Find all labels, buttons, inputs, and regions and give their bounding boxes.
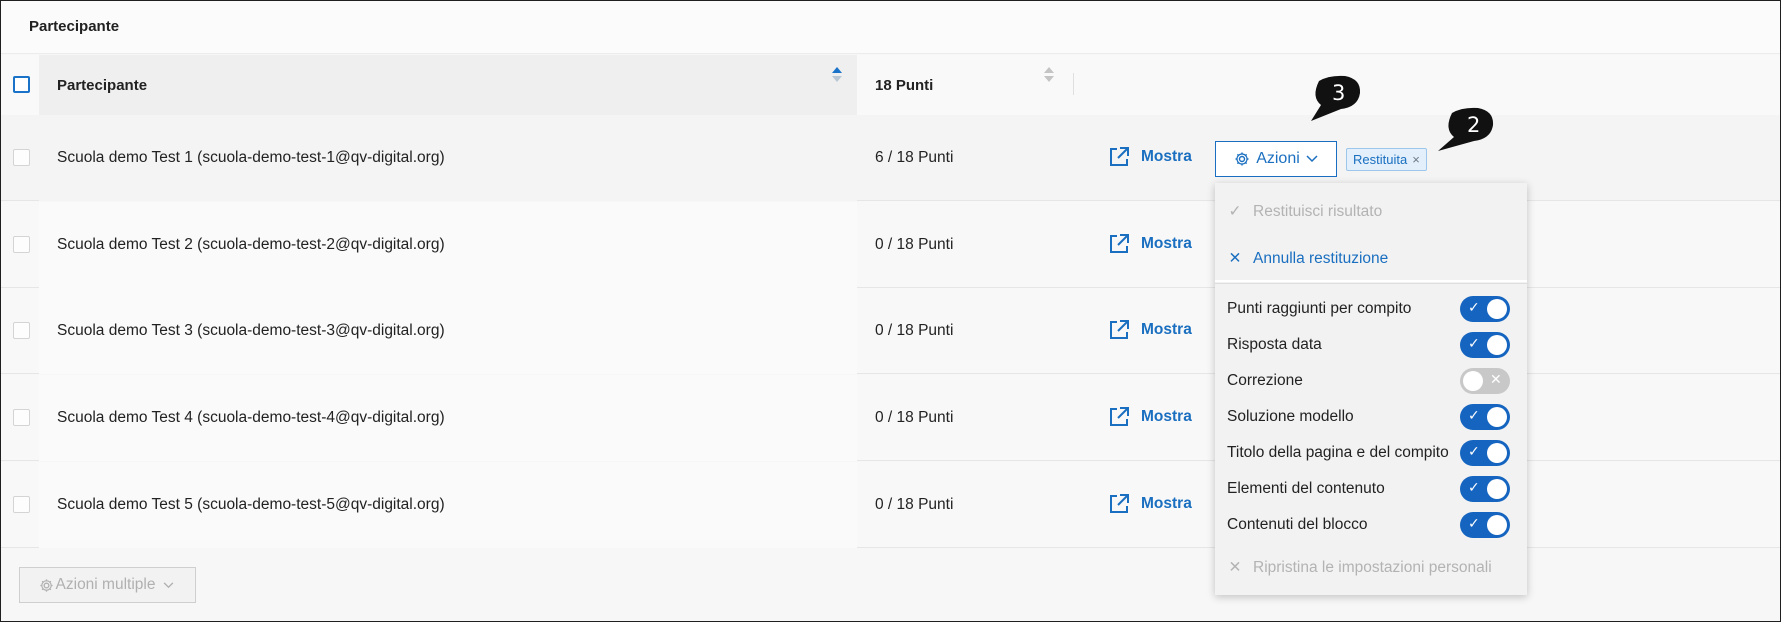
close-icon[interactable]: × — [1412, 152, 1420, 167]
open-external-icon — [1110, 494, 1129, 513]
callout-3: 3 — [1305, 73, 1365, 125]
actions-menu: ✓ Restituisci risultato ✕ Annulla restit… — [1215, 183, 1527, 595]
toggle-switch[interactable]: ✓ — [1460, 440, 1510, 466]
bulk-actions-label: Azioni multiple — [55, 576, 156, 593]
header-cell-participant[interactable] — [39, 55, 857, 115]
column-header-points[interactable]: 18 Punti — [875, 77, 933, 94]
column-divider — [1073, 73, 1074, 95]
show-link-label: Mostra — [1141, 495, 1192, 512]
toggle-row: Risposta data ✓ — [1227, 332, 1517, 358]
show-link-label: Mostra — [1141, 148, 1192, 165]
toggle-row: Titolo della pagina e del compito ✓ — [1227, 440, 1517, 466]
open-external-icon — [1110, 147, 1129, 166]
actions-button-label: Azioni — [1256, 150, 1300, 167]
show-link-label: Mostra — [1141, 235, 1192, 252]
toggle-label: Contenuti del blocco — [1227, 516, 1368, 533]
participant-name: Scuola demo Test 3 (scuola-demo-test-3@q… — [57, 322, 445, 339]
toggle-row: Punti raggiunti per compito ✓ — [1227, 296, 1517, 322]
toggle-switch[interactable]: ✓ — [1460, 404, 1510, 430]
participant-points: 0 / 18 Punti — [875, 496, 954, 513]
select-all-checkbox[interactable] — [13, 76, 30, 93]
toggle-knob — [1487, 407, 1507, 427]
row-checkbox[interactable] — [13, 322, 30, 339]
toggle-row: Correzione ✕ — [1227, 368, 1517, 394]
row-checkbox[interactable] — [13, 236, 30, 253]
check-icon: ✓ — [1468, 299, 1480, 315]
actions-button[interactable]: Azioni — [1215, 141, 1337, 177]
close-icon: ✕ — [1228, 250, 1242, 267]
open-external-icon — [1110, 320, 1129, 339]
menu-divider — [1215, 280, 1527, 284]
open-external-icon — [1110, 234, 1129, 253]
gear-icon — [39, 578, 53, 592]
toggle-switch[interactable]: ✕ — [1460, 368, 1510, 394]
check-icon: ✓ — [1468, 479, 1480, 495]
sort-icon[interactable] — [832, 67, 842, 83]
toggle-row: Soluzione modello ✓ — [1227, 404, 1517, 430]
sort-icon[interactable] — [1044, 67, 1054, 83]
menu-item-label: Restituisci risultato — [1253, 202, 1383, 220]
gear-icon — [1235, 152, 1249, 166]
toggle-label: Risposta data — [1227, 336, 1322, 353]
check-icon: ✓ — [1468, 443, 1480, 459]
status-badge: Restituita × — [1346, 148, 1427, 171]
row-checkbox[interactable] — [13, 149, 30, 166]
show-link[interactable]: Mostra — [1108, 316, 1192, 344]
toggle-knob — [1487, 443, 1507, 463]
row-checkbox[interactable] — [13, 409, 30, 426]
chevron-down-icon — [1306, 155, 1318, 163]
chevron-down-icon — [164, 581, 174, 588]
participant-points: 6 / 18 Punti — [875, 149, 954, 166]
callout-2: 2 — [1434, 105, 1498, 157]
toggle-knob — [1487, 479, 1507, 499]
menu-item-label: Annulla restituzione — [1253, 249, 1389, 267]
show-link[interactable]: Mostra — [1108, 230, 1192, 258]
toggle-label: Elementi del contenuto — [1227, 480, 1385, 497]
toggle-knob — [1487, 299, 1507, 319]
check-icon: ✓ — [1468, 335, 1480, 351]
toggle-row: Contenuti del blocco ✓ — [1227, 512, 1517, 538]
show-link-label: Mostra — [1141, 408, 1192, 425]
participant-points: 0 / 18 Punti — [875, 236, 954, 253]
menu-item-cancel-return[interactable]: ✕ Annulla restituzione — [1227, 249, 1389, 268]
toggle-label: Titolo della pagina e del compito — [1227, 444, 1449, 461]
top-bar: Partecipante — [1, 1, 1780, 54]
table-header: Partecipante 18 Punti — [1, 55, 1780, 115]
row-checkbox[interactable] — [13, 496, 30, 513]
check-icon: ✓ — [1468, 515, 1480, 531]
toggle-switch[interactable]: ✓ — [1460, 296, 1510, 322]
toggle-switch[interactable]: ✓ — [1460, 476, 1510, 502]
bulk-actions-button[interactable]: Azioni multiple — [19, 567, 196, 603]
participant-name: Scuola demo Test 4 (scuola-demo-test-4@q… — [57, 409, 445, 426]
participant-name: Scuola demo Test 1 (scuola-demo-test-1@q… — [57, 149, 445, 166]
toggle-label: Soluzione modello — [1227, 408, 1354, 425]
toggle-row: Elementi del contenuto ✓ — [1227, 476, 1517, 502]
participant-points: 0 / 18 Punti — [875, 409, 954, 426]
toggle-label: Punti raggiunti per compito — [1227, 300, 1412, 317]
toggle-switch[interactable]: ✓ — [1460, 512, 1510, 538]
toggle-label: Correzione — [1227, 372, 1303, 389]
menu-item-reset-settings[interactable]: ✕ Ripristina le impostazioni personali — [1227, 558, 1492, 577]
column-header-participant[interactable]: Partecipante — [57, 77, 147, 94]
toggle-knob — [1463, 371, 1483, 391]
show-link[interactable]: Mostra — [1108, 403, 1192, 431]
close-icon: ✕ — [1490, 371, 1502, 387]
participant-name: Scuola demo Test 5 (scuola-demo-test-5@q… — [57, 496, 445, 513]
close-icon: ✕ — [1228, 559, 1242, 576]
status-badge-label: Restituita — [1353, 152, 1408, 167]
toggle-switch[interactable]: ✓ — [1460, 332, 1510, 358]
menu-item-return-result[interactable]: ✓ Restituisci risultato — [1227, 202, 1383, 221]
page-title: Partecipante — [29, 18, 120, 35]
show-link-label: Mostra — [1141, 321, 1192, 338]
participant-name: Scuola demo Test 2 (scuola-demo-test-2@q… — [57, 236, 445, 253]
check-icon: ✓ — [1468, 407, 1480, 423]
show-link[interactable]: Mostra — [1108, 143, 1192, 171]
menu-item-label: Ripristina le impostazioni personali — [1253, 558, 1492, 576]
participant-points: 0 / 18 Punti — [875, 322, 954, 339]
check-icon: ✓ — [1228, 203, 1242, 220]
toggle-knob — [1487, 515, 1507, 535]
show-link[interactable]: Mostra — [1108, 490, 1192, 518]
toggle-knob — [1487, 335, 1507, 355]
open-external-icon — [1110, 407, 1129, 426]
